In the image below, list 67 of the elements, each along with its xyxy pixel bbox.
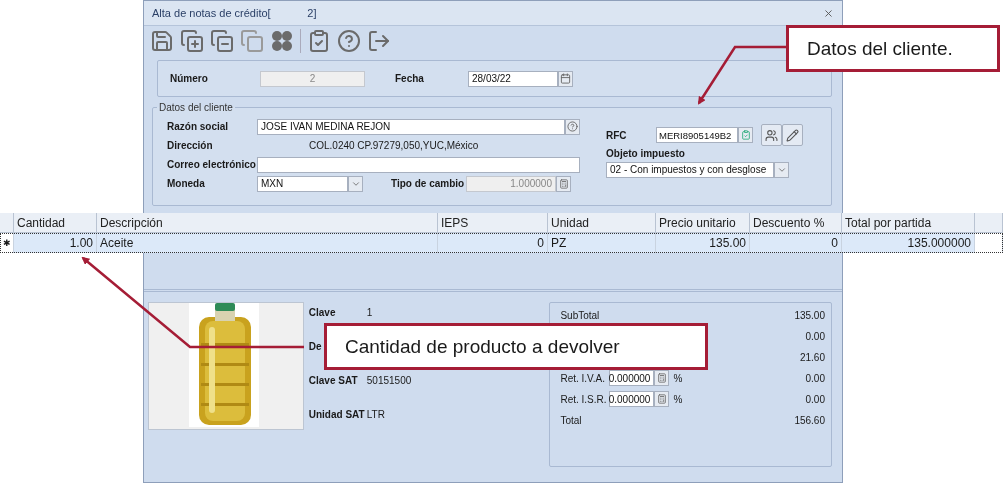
total-label: SubTotal [560,309,601,321]
table-cell: Aceite [97,233,438,253]
rfc-field[interactable]: MERI8905149B2 [656,127,738,143]
table-cell: PZ [548,233,656,253]
field-value: 50151500 [366,374,412,386]
close-icon[interactable] [823,7,834,19]
total-value: 21.60 [799,351,825,363]
field-label: Objeto impuesto [606,148,686,159]
tax-object-select[interactable]: 02 - Con impuestos y con desglose [606,161,774,178]
field-value: LTR [366,408,385,420]
field-label: Razón social [167,121,230,132]
field-label: Unidad SAT [308,408,366,420]
validate-icon[interactable] [740,130,751,140]
calculator-icon[interactable] [656,394,667,404]
field-value: 1 [366,306,373,318]
field-label: Número [170,73,209,84]
calendar-icon[interactable] [560,73,571,84]
currency-select[interactable]: MXN [257,175,348,192]
total-value: 0.00 [805,330,825,342]
exit-icon[interactable] [367,29,391,53]
callout: Datos del cliente. [786,25,1000,72]
calculator-icon[interactable] [558,178,569,189]
group-title: Datos del cliente [158,102,234,113]
clipboard-icon[interactable] [307,29,331,53]
copy-icon[interactable] [240,29,264,53]
total-label: Ret. I.V.A. [560,372,607,384]
table-cell: 135.00 [656,233,750,253]
total-value: 135.00 [794,309,825,321]
table-cell: 0 [438,233,548,253]
date-field[interactable]: 28/03/22 [468,70,558,87]
rate-field[interactable]: 0.000000 [609,370,655,386]
help-icon[interactable] [337,29,361,53]
field-label: Tipo de cambio [391,178,466,189]
table-row[interactable]: ✱ 1.00 Aceite 0 PZ 135.00 0 135.000000 [0,233,1003,253]
email-field[interactable] [257,156,580,173]
people-icon [765,128,778,142]
contacts-button[interactable] [761,124,782,146]
total-value: 0.00 [805,393,825,405]
address-text: COL.0240 CP.97279,050,YUC,México [309,140,479,151]
percent-sign: % [673,393,683,405]
field-label: Dirección [167,140,214,151]
pencil-icon [786,128,799,142]
total-label: Total [560,414,583,426]
callout: Cantidad de producto a devolver [324,323,708,370]
name-field[interactable]: JOSE IVAN MEDINA REJON [257,118,565,135]
four-circles-icon[interactable] [270,29,294,53]
add-document-icon[interactable] [180,29,204,53]
total-value: 156.60 [794,414,825,426]
table-cell: 1.00 [14,233,97,253]
field-label: RFC [606,129,628,141]
field-label: Fecha [395,73,425,84]
total-label: Ret. I.S.R. [560,393,608,405]
field-label: Clave SAT [308,374,359,386]
row-marker: ✱ [0,233,14,253]
edit-button[interactable] [782,124,803,146]
help-icon[interactable] [567,121,578,132]
field-label: Clave [308,306,337,318]
rate-field[interactable]: 0.000000 [609,391,655,407]
window-title: Alta de notas de crédito[ 2] [152,7,317,19]
field-label: Correo electrónico [167,159,257,170]
total-value: 0.00 [805,372,825,384]
save-icon[interactable] [150,29,174,53]
remove-document-icon[interactable] [210,29,234,53]
table-cell: 0 [750,233,842,253]
percent-sign: % [673,372,683,384]
calculator-icon[interactable] [656,373,667,383]
field-label: Moneda [167,178,206,189]
